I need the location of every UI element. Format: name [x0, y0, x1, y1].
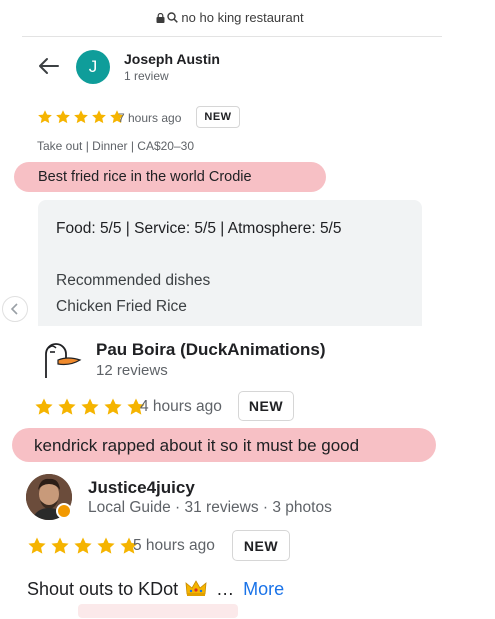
more-link[interactable]: More [243, 579, 284, 599]
reviewer-info: Local Guide · 31 reviews · 3 photos [88, 499, 332, 516]
reviewer-review-count: 12 reviews [96, 362, 168, 379]
ellipsis: … [216, 579, 235, 599]
review-time: 5 hours ago [133, 537, 215, 554]
star-icon [104, 398, 122, 415]
url-divider [22, 36, 442, 37]
star-icon [97, 537, 115, 554]
review-meta: Take out | Dinner | CA$20–30 [37, 139, 194, 153]
reviewer-name[interactable]: Joseph Austin [124, 51, 220, 67]
star-icon [35, 398, 53, 415]
reviewer-review-count: 1 review [124, 69, 169, 83]
star-icon [92, 110, 106, 124]
review-time: 7 hours ago [118, 111, 182, 125]
star-icon [74, 537, 92, 554]
new-badge: NEW [196, 106, 240, 128]
star-icon [74, 110, 88, 124]
star-rating [37, 109, 125, 125]
sub-ratings: Food: 5/5 | Service: 5/5 | Atmosphere: 5… [56, 220, 342, 237]
back-arrow-icon[interactable] [38, 57, 60, 75]
recommended-dishes-value: Chicken Fried Rice [56, 298, 187, 315]
new-badge: NEW [232, 530, 290, 561]
review-time: 4 hours ago [140, 398, 222, 415]
star-icon [28, 537, 46, 554]
star-rating [27, 536, 139, 556]
new-badge: NEW [238, 391, 294, 421]
lock-icon [156, 11, 165, 23]
avatar[interactable]: J [76, 50, 110, 84]
reviewer-name[interactable]: Justice4juicy [88, 478, 195, 498]
chevron-left-icon [10, 303, 18, 315]
duck-avatar-icon[interactable] [38, 340, 82, 380]
crown-emoji-icon [185, 579, 207, 597]
star-icon [81, 398, 99, 415]
reviewer-name[interactable]: Pau Boira (DuckAnimations) [96, 340, 326, 360]
review-text: Best fried rice in the world Crodie [38, 169, 252, 185]
search-icon [167, 11, 179, 23]
review-text: kendrick rapped about it so it must be g… [34, 436, 360, 455]
url-text: no ho king restaurant [181, 10, 304, 25]
star-icon [38, 110, 52, 124]
url-bar[interactable]: no ho king restaurant [0, 10, 460, 25]
review-text-line: Shout outs to KDot … More [27, 577, 284, 600]
next-text-highlight [78, 604, 238, 618]
local-guide-badge-icon [56, 503, 72, 519]
star-icon [51, 537, 69, 554]
review-text: Shout outs to KDot [27, 579, 179, 599]
star-rating [34, 397, 146, 417]
star-icon [56, 110, 70, 124]
recommended-dishes-label: Recommended dishes [56, 272, 211, 289]
star-icon [58, 398, 76, 415]
previous-image-button[interactable] [2, 296, 28, 322]
